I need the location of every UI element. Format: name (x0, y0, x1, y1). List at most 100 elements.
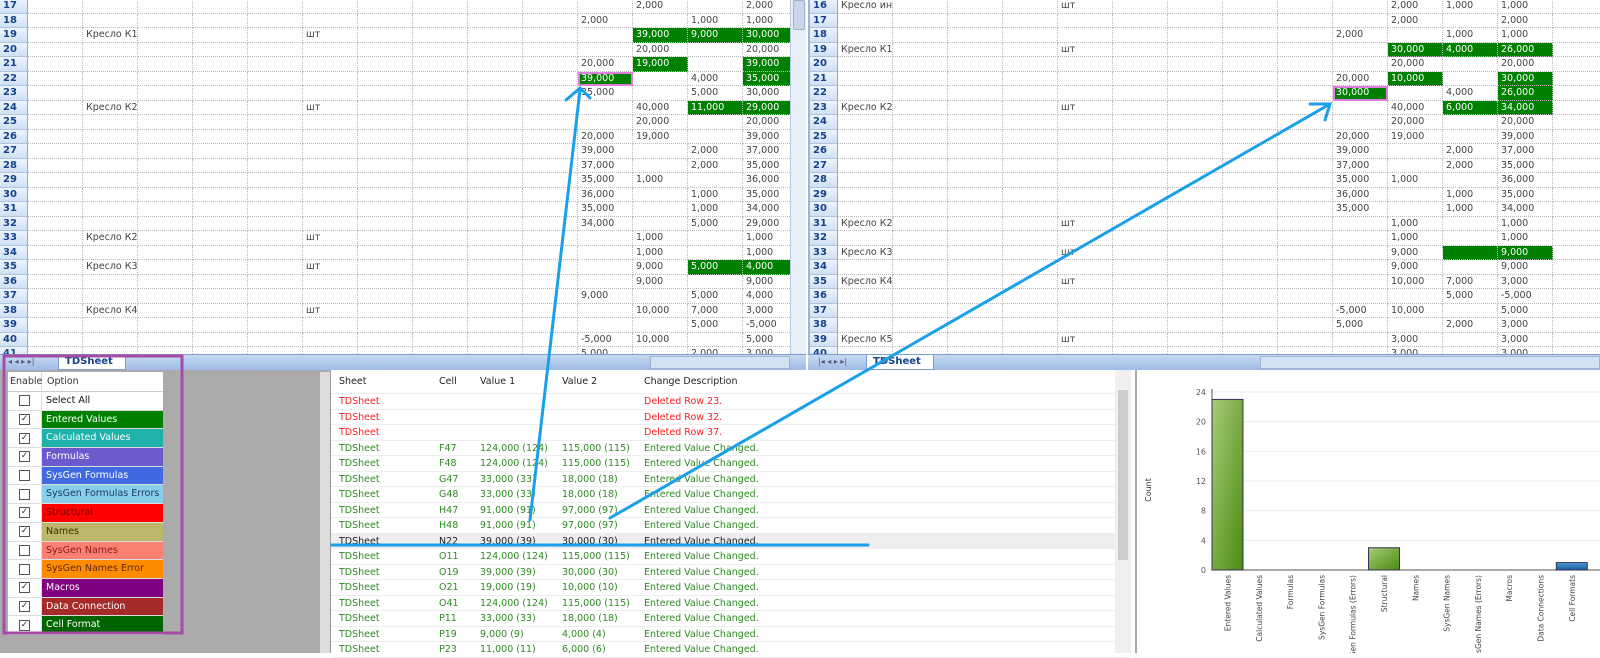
cell[interactable] (948, 86, 1003, 101)
cell[interactable]: 20,000 (743, 115, 790, 130)
cell[interactable] (1388, 289, 1443, 304)
row-header[interactable]: 38 (0, 303, 28, 318)
cell[interactable] (1113, 231, 1168, 246)
cell[interactable]: шт (303, 100, 358, 115)
row-header[interactable]: 25 (0, 115, 28, 130)
change-row[interactable]: TDSheet P19 9,000 (9) 4,000 (4) Entered Valu… (331, 627, 1130, 642)
cell[interactable] (1003, 289, 1058, 304)
cell[interactable] (1223, 42, 1278, 57)
cell[interactable] (83, 187, 138, 202)
cell[interactable] (303, 187, 358, 202)
change-row[interactable]: TDSheet O21 19,000 (19) 10,000 (10) Entered … (331, 580, 1130, 596)
cell[interactable] (358, 173, 413, 188)
cell[interactable] (138, 115, 193, 130)
cell[interactable]: Кресло К5, (838, 332, 893, 347)
cell[interactable] (948, 274, 1003, 289)
cell[interactable] (1553, 159, 1600, 173)
cell[interactable] (523, 144, 578, 159)
cell[interactable] (83, 71, 138, 86)
change-row[interactable]: TDSheet H48 91,000 (91) 97,000 (97) Entered … (331, 518, 1130, 534)
change-row[interactable]: TDSheet Deleted Row 32. (331, 410, 1130, 425)
cell[interactable] (1223, 71, 1278, 86)
cell[interactable] (28, 57, 83, 72)
cell[interactable]: 37,000 (1333, 158, 1388, 173)
row-header[interactable]: 30 (810, 202, 838, 217)
cell[interactable] (1058, 13, 1113, 28)
cell[interactable] (1168, 0, 1223, 14)
cell[interactable] (303, 202, 358, 217)
cell[interactable]: 5,000 (688, 318, 743, 333)
change-row[interactable]: TDSheet O41 124,000 (124) 115,000 (115) Ente… (331, 596, 1130, 611)
row-header[interactable]: 20 (0, 42, 28, 57)
cell[interactable] (688, 57, 743, 72)
cell[interactable] (1003, 28, 1058, 43)
cell[interactable] (358, 347, 413, 354)
cell[interactable] (1113, 274, 1168, 289)
cell[interactable] (1168, 318, 1223, 333)
cell[interactable] (358, 332, 413, 347)
checkbox[interactable]: ✓ (19, 414, 30, 426)
cell[interactable] (838, 202, 893, 217)
cell[interactable] (193, 303, 248, 318)
cell[interactable] (893, 347, 948, 354)
checkbox[interactable] (19, 470, 30, 482)
row-header[interactable]: 25 (810, 129, 838, 144)
cell[interactable] (1333, 289, 1388, 304)
cell[interactable]: 5,000 (688, 289, 743, 304)
cell[interactable] (1553, 304, 1600, 318)
changes-scrollbar[interactable] (1115, 370, 1131, 653)
cell[interactable] (413, 318, 468, 333)
cell[interactable] (633, 13, 688, 28)
cell[interactable] (1168, 71, 1223, 86)
checkbox[interactable]: ✓ (19, 432, 30, 444)
checkbox[interactable]: ✓ (19, 451, 30, 463)
cell[interactable] (468, 318, 523, 333)
cell[interactable] (303, 289, 358, 304)
cell[interactable] (468, 274, 523, 289)
row-header[interactable]: 18 (810, 28, 838, 43)
cell[interactable] (468, 0, 523, 14)
cell[interactable] (688, 0, 743, 14)
option-checkbox-cell[interactable]: ✓ (8, 429, 42, 448)
cell[interactable] (83, 216, 138, 231)
cell[interactable] (358, 129, 413, 144)
cell[interactable] (1003, 86, 1058, 101)
cell[interactable] (1333, 0, 1388, 14)
cell[interactable] (413, 303, 468, 318)
cell[interactable] (138, 289, 193, 304)
checkbox[interactable] (19, 544, 30, 556)
cell[interactable] (138, 216, 193, 231)
row-header[interactable]: 24 (0, 100, 28, 115)
cell[interactable]: 2,000 (743, 0, 790, 14)
cell[interactable] (1278, 216, 1333, 231)
cell[interactable] (633, 216, 688, 231)
cell[interactable]: 3,000 (1388, 332, 1443, 347)
cell[interactable] (193, 231, 248, 246)
cell[interactable] (948, 245, 1003, 260)
cell[interactable] (1003, 347, 1058, 354)
cell[interactable] (1388, 202, 1443, 217)
cell[interactable]: 9,000 (1388, 245, 1443, 260)
row-header[interactable]: 18 (0, 13, 28, 28)
cell[interactable] (358, 245, 413, 260)
cell[interactable] (1223, 13, 1278, 28)
cell[interactable] (468, 347, 523, 354)
cell[interactable] (138, 347, 193, 354)
cell[interactable] (1113, 71, 1168, 86)
cell[interactable]: 39,000 (633, 28, 688, 43)
col-value2[interactable]: Value 2 (556, 370, 638, 393)
cell[interactable] (1113, 28, 1168, 43)
cell[interactable] (1333, 347, 1388, 354)
cell[interactable] (523, 216, 578, 231)
cell[interactable]: Кресло К3, (83, 260, 138, 275)
cell[interactable] (193, 28, 248, 43)
cell[interactable]: 3,000 (1498, 332, 1553, 347)
cell[interactable] (248, 347, 303, 354)
cell[interactable]: 2,000 (688, 347, 743, 354)
cell[interactable] (1003, 303, 1058, 318)
cell[interactable] (1168, 332, 1223, 347)
cell[interactable] (193, 173, 248, 188)
cell[interactable] (193, 318, 248, 333)
cell[interactable] (138, 42, 193, 57)
cell[interactable] (633, 71, 688, 86)
